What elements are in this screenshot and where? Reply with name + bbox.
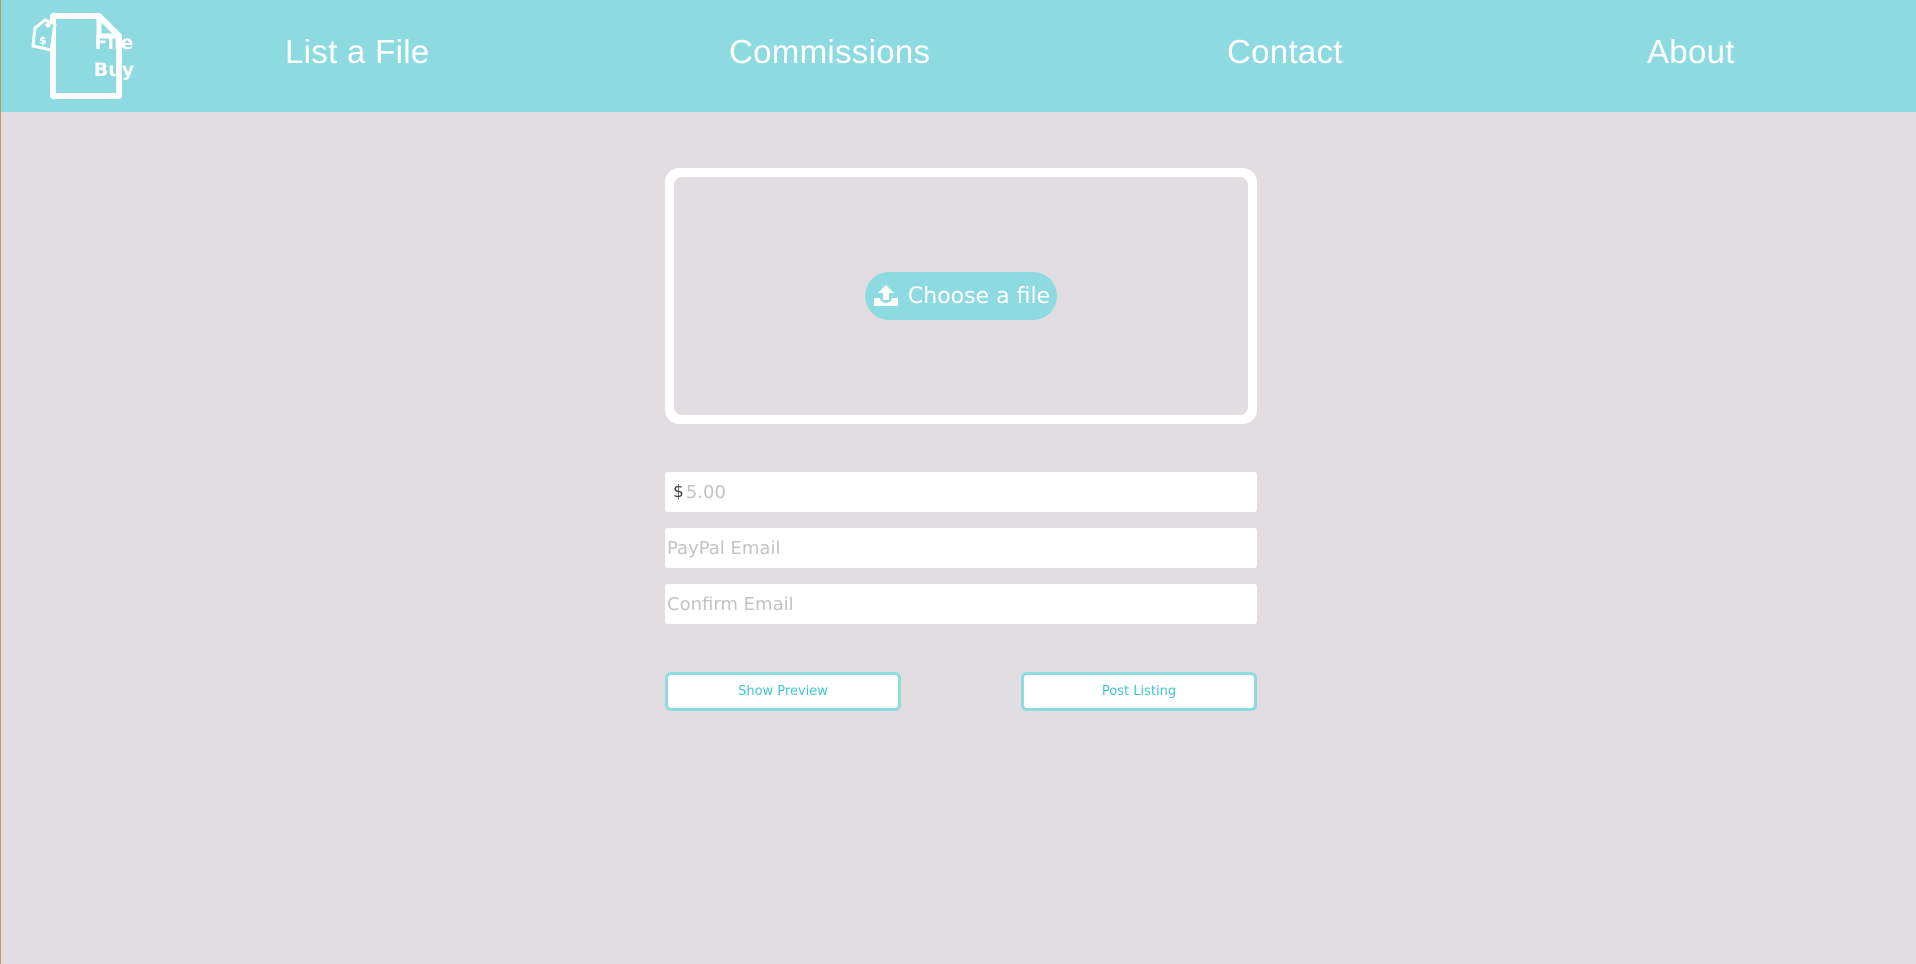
paypal-email-field xyxy=(665,528,1257,568)
currency-symbol: $ xyxy=(673,482,684,502)
post-listing-button[interactable]: Post Listing xyxy=(1021,672,1257,711)
nav-list-a-file[interactable]: List a File xyxy=(285,33,430,71)
paypal-email-input[interactable] xyxy=(665,528,1257,568)
choose-file-label: Choose a file xyxy=(907,283,1051,309)
upload-tray-icon xyxy=(873,285,898,306)
svg-text:$: $ xyxy=(39,34,47,47)
logo-word-file: File xyxy=(94,32,134,54)
choose-file-button[interactable]: Choose a file xyxy=(865,272,1057,320)
logo-word-buy: Buy xyxy=(93,59,135,81)
price-input[interactable] xyxy=(683,472,1257,512)
nav-commissions[interactable]: Commissions xyxy=(729,33,930,71)
page: $ File Buy List a File Commissions Conta… xyxy=(0,0,1916,964)
price-field: $ xyxy=(665,472,1257,512)
nav-about[interactable]: About xyxy=(1647,33,1735,71)
top-navbar: $ File Buy List a File Commissions Conta… xyxy=(1,0,1916,112)
confirm-email-field xyxy=(665,584,1257,624)
show-preview-button[interactable]: Show Preview xyxy=(665,672,901,711)
nav-contact[interactable]: Contact xyxy=(1227,33,1343,71)
logo-wordmark: File Buy xyxy=(83,30,145,84)
confirm-email-input[interactable] xyxy=(665,584,1257,624)
site-logo[interactable]: $ File Buy xyxy=(31,12,134,100)
